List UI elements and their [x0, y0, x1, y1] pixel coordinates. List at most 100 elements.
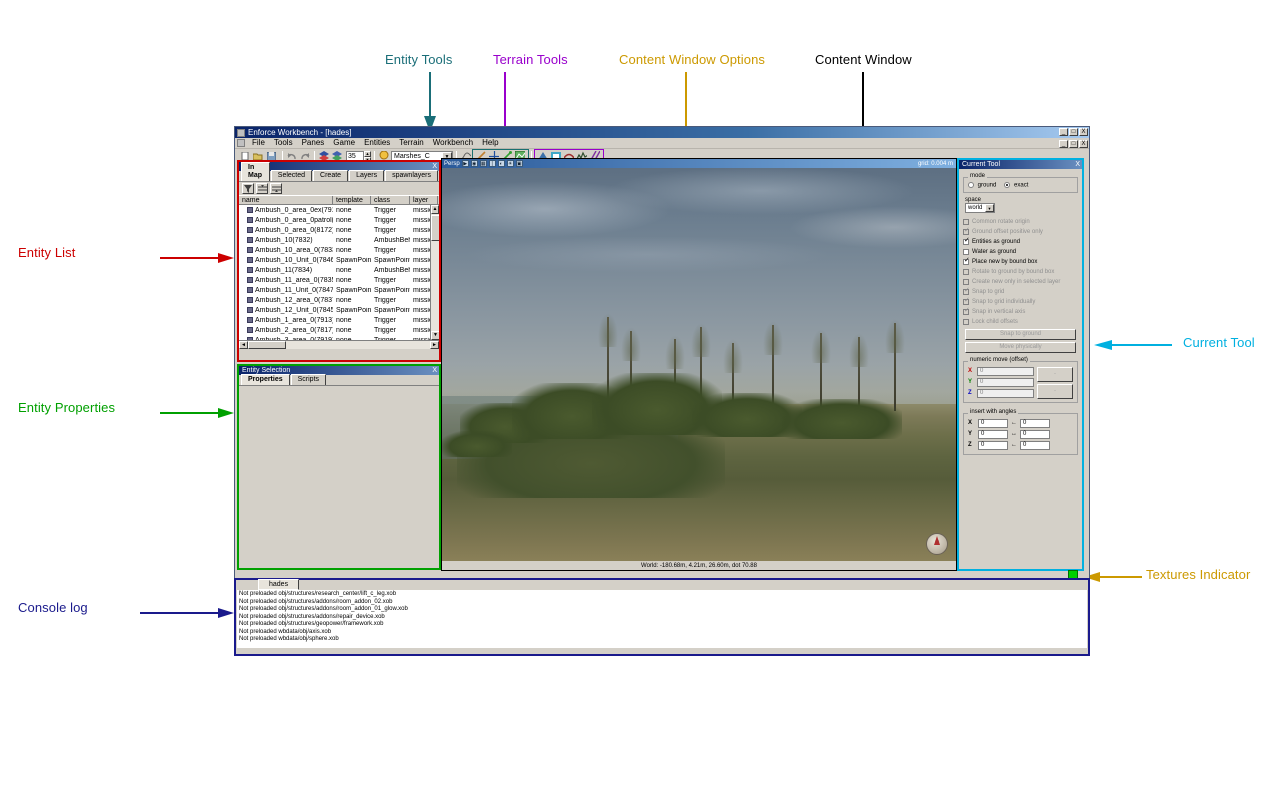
tab-layers[interactable]: Layers	[349, 170, 384, 181]
menu-panes[interactable]: Panes	[298, 138, 329, 148]
entities-horizontal-scrollbar[interactable]: ◄ ►	[239, 340, 439, 349]
angle-input-b-z[interactable]: 0	[1020, 441, 1050, 450]
column-header-class[interactable]: class	[371, 196, 410, 204]
space-section: space world ▼	[959, 195, 1082, 213]
angle-input-a-x[interactable]: 0	[978, 419, 1008, 428]
table-row[interactable]: Ambush_10(7832)noneAmbushBehaviormission…	[239, 235, 439, 245]
mdi-minimize-button[interactable]: _	[1059, 140, 1068, 148]
console-line: Not preloaded wbdata/obj/axis.xob	[239, 629, 1085, 637]
close-icon[interactable]: X	[1075, 160, 1080, 169]
column-header-layer[interactable]: layer	[410, 196, 438, 204]
radio-exact[interactable]: exact	[1004, 182, 1028, 189]
angle-input-a-y[interactable]: 0	[978, 430, 1008, 439]
checkbox-icon[interactable]	[963, 249, 969, 255]
scroll-up-icon[interactable]: ▲	[431, 205, 439, 214]
mdi-close-button[interactable]: X	[1079, 140, 1088, 148]
fullscreen-icon[interactable]: ▣	[516, 160, 523, 167]
table-row[interactable]: Ambush_3_area_0(7919)noneTriggermissions	[239, 335, 439, 340]
properties-grid-area[interactable]	[239, 386, 439, 566]
checkbox-option: Snap in vertical axis	[959, 307, 1082, 317]
split-icon[interactable]: |	[489, 160, 496, 167]
checkbox-icon[interactable]	[963, 259, 969, 265]
horizontal-scroll-track[interactable]	[286, 341, 430, 349]
filter-funnel-icon[interactable]	[242, 183, 254, 194]
console-tab-hades[interactable]: hades	[258, 579, 299, 590]
scroll-left-icon[interactable]: ◄	[239, 341, 248, 349]
camera-icon[interactable]: ◉	[471, 160, 478, 167]
scroll-right-icon[interactable]: ►	[430, 341, 439, 349]
numeric-move-pad-down[interactable]: -	[1037, 384, 1073, 399]
table-row[interactable]: Ambush_10_area_0(7833)noneTriggermission…	[239, 245, 439, 255]
entity-name: Ambush_10_area_0(7833)	[255, 247, 333, 254]
tab-properties[interactable]: Properties	[241, 374, 290, 385]
numeric-move-input-y[interactable]: 0	[977, 378, 1034, 387]
table-row[interactable]: Ambush_11(7834)noneAmbushBehaviormission…	[239, 265, 439, 275]
table-row[interactable]: Ambush_12_Unit_0(7845)SpawnPointWalkSpaw…	[239, 305, 439, 315]
tab-spawnlayers[interactable]: spawnlayers	[385, 170, 438, 181]
table-row[interactable]: Ambush_12_area_0(7837)noneTriggermission…	[239, 295, 439, 305]
column-header-name[interactable]: name	[239, 196, 333, 204]
maximize-button[interactable]: □	[1069, 128, 1078, 136]
wireframe-icon[interactable]: ▦	[480, 160, 487, 167]
compass-widget[interactable]: N	[926, 533, 948, 555]
entities-vertical-scrollbar[interactable]: ▲ ▼	[430, 205, 439, 340]
collapse-all-icon[interactable]	[270, 183, 282, 194]
table-row[interactable]: Ambush_0_area_0ex(7913)noneTriggermissio…	[239, 205, 439, 215]
vertical-scroll-thumb[interactable]	[431, 215, 439, 241]
table-row[interactable]: Ambush_2_area_0(7817)noneTriggermissions	[239, 325, 439, 335]
menu-terrain[interactable]: Terrain	[395, 138, 427, 148]
tab-create[interactable]: Create	[313, 170, 348, 181]
radio-ground-icon[interactable]	[968, 182, 974, 188]
radio-ground[interactable]: ground	[968, 182, 996, 189]
table-row[interactable]: Ambush_1_area_0(7913)noneTriggermissions	[239, 315, 439, 325]
space-select[interactable]: world ▼	[965, 203, 995, 213]
checkbox-option[interactable]: Water as ground	[959, 247, 1082, 257]
numeric-move-input-z[interactable]: 0	[977, 389, 1034, 398]
viewport-canvas[interactable]: N	[442, 168, 956, 561]
shading-icon[interactable]: ◐	[498, 160, 505, 167]
menu-game[interactable]: Game	[329, 138, 359, 148]
scroll-down-icon[interactable]: ▼	[431, 331, 439, 340]
checkbox-option[interactable]: Place new by bound box	[959, 257, 1082, 267]
expand-all-icon[interactable]	[256, 183, 268, 194]
mdi-restore-button[interactable]: □	[1069, 140, 1078, 148]
menu-tools[interactable]: Tools	[270, 138, 297, 148]
close-icon[interactable]: X	[432, 366, 437, 375]
minimize-button[interactable]: _	[1059, 128, 1068, 136]
annotation-label-console-log: Console log	[18, 600, 88, 615]
numeric-move-pad-up[interactable]: -	[1037, 367, 1073, 382]
menu-entities[interactable]: Entities	[360, 138, 394, 148]
checkbox-option[interactable]: Entities as ground	[959, 237, 1082, 247]
tab-scripts[interactable]: Scripts	[291, 374, 326, 385]
table-row[interactable]: Ambush_0_area_0(8172)noneTriggermissions	[239, 225, 439, 235]
checkbox-icon[interactable]	[963, 239, 969, 245]
entity-icon	[247, 297, 253, 303]
entity-icon	[247, 277, 253, 283]
table-row[interactable]: Ambush_0_area_0patrol(8169)noneTriggermi…	[239, 215, 439, 225]
angle-input-a-z[interactable]: 0	[978, 441, 1008, 450]
menu-help[interactable]: Help	[478, 138, 502, 148]
column-header-template[interactable]: template	[333, 196, 371, 204]
close-button[interactable]: X	[1079, 128, 1088, 136]
radio-exact-icon[interactable]	[1004, 182, 1010, 188]
angle-input-b-x[interactable]: 0	[1020, 419, 1050, 428]
play-icon[interactable]: ▶	[462, 160, 469, 167]
horizontal-scroll-thumb[interactable]	[248, 341, 286, 349]
tab-in-map[interactable]: In Map	[241, 162, 270, 181]
menu-file[interactable]: File	[248, 138, 269, 148]
content-window-viewport[interactable]: Persp ▶ ◉ ▦ | ◐ ☀ ▣ grid: 0.004 m	[441, 158, 957, 571]
lighting-icon[interactable]: ☀	[507, 160, 514, 167]
table-row[interactable]: Ambush_11_area_0(7835)noneTriggermission…	[239, 275, 439, 285]
table-row[interactable]: Ambush_10_Unit_0(7846)SpawnPointWalkSpaw…	[239, 255, 439, 265]
tab-selected[interactable]: Selected	[271, 170, 312, 181]
mdi-system-icon[interactable]	[237, 139, 245, 147]
console-output[interactable]: Not preloaded obj/structures/research_ce…	[237, 590, 1087, 648]
numeric-move-input-x[interactable]: 0	[977, 367, 1034, 376]
angle-input-b-y[interactable]: 0	[1020, 430, 1050, 439]
entities-list-body[interactable]: ▲ ▼ Ambush_0_area_0ex(7913)noneTriggermi…	[239, 205, 439, 340]
entities-filter-row	[239, 182, 439, 195]
menu-workbench[interactable]: Workbench	[429, 138, 477, 148]
table-row[interactable]: Ambush_11_Unit_0(7847)SpawnPointWalkSpaw…	[239, 285, 439, 295]
console-tabrow: hades	[236, 580, 1088, 590]
chevron-down-icon[interactable]: ▼	[985, 204, 994, 212]
